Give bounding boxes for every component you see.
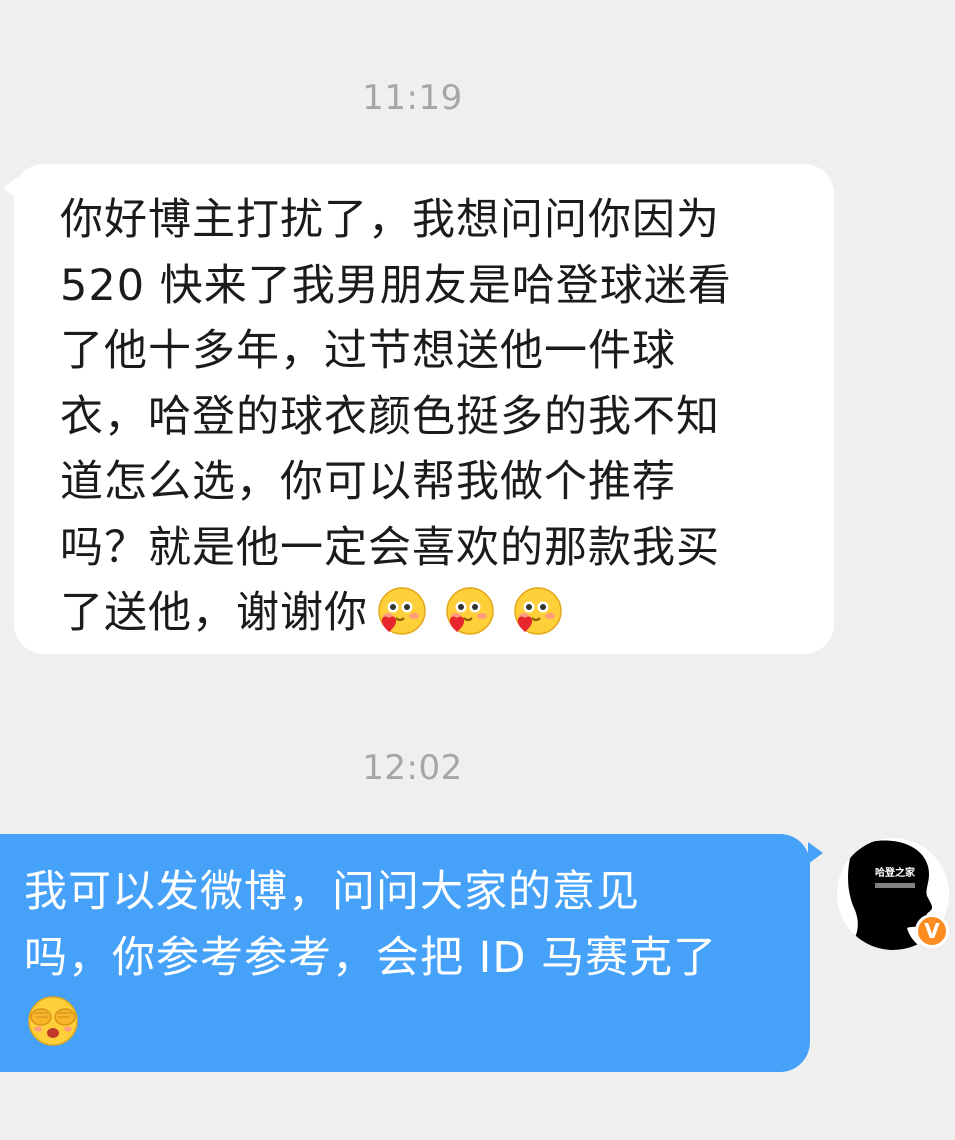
incoming-line-2: 520 快来了我男朋友是哈登球迷看 [60,260,732,311]
avatar-subtext-mark [875,883,915,888]
outgoing-line-1: 我可以发微博，问问大家的意见 [24,867,640,917]
incoming-line-3: 了他十多年，过节想送他一件球 [60,326,676,376]
outgoing-line-2: 吗，你参考参考，会把 ID 马赛克了 [24,932,718,983]
outgoing-line-3 [24,991,780,1071]
heart-hug-emoji-icon [440,585,496,661]
heart-hug-emoji-icon [372,585,428,661]
incoming-line-6: 吗？就是他一定会喜欢的那款我买 [60,522,720,573]
incoming-message-bubble[interactable]: 你好博主打扰了，我想问问你因为 520 快来了我男朋友是哈登球迷看 了他十多年，… [14,164,834,654]
outgoing-message-bubble[interactable]: 我可以发微博，问问大家的意见 吗，你参考参考，会把 ID 马赛克了 [0,834,810,1072]
incoming-line-5: 道怎么选，你可以帮我做个推荐 [60,457,676,507]
incoming-line-4: 衣，哈登的球衣颜色挺多的我不知 [60,391,720,442]
outgoing-bubble-tail [808,842,823,864]
timestamp-second: 12:02 [362,748,463,788]
incoming-line-1: 你好博主打扰了，我想问问你因为 [60,195,720,245]
incoming-line-7: 了送他，谢谢你 [60,581,804,661]
incoming-line-7-text: 了送他，谢谢你 [60,588,368,638]
avatar-label: 哈登之家 [875,868,915,879]
timestamp-first: 11:19 [362,78,463,118]
cover-eyes-emoji-icon [24,993,82,1071]
verified-badge-icon: V [915,914,949,948]
heart-hug-emoji-icon [508,585,564,661]
